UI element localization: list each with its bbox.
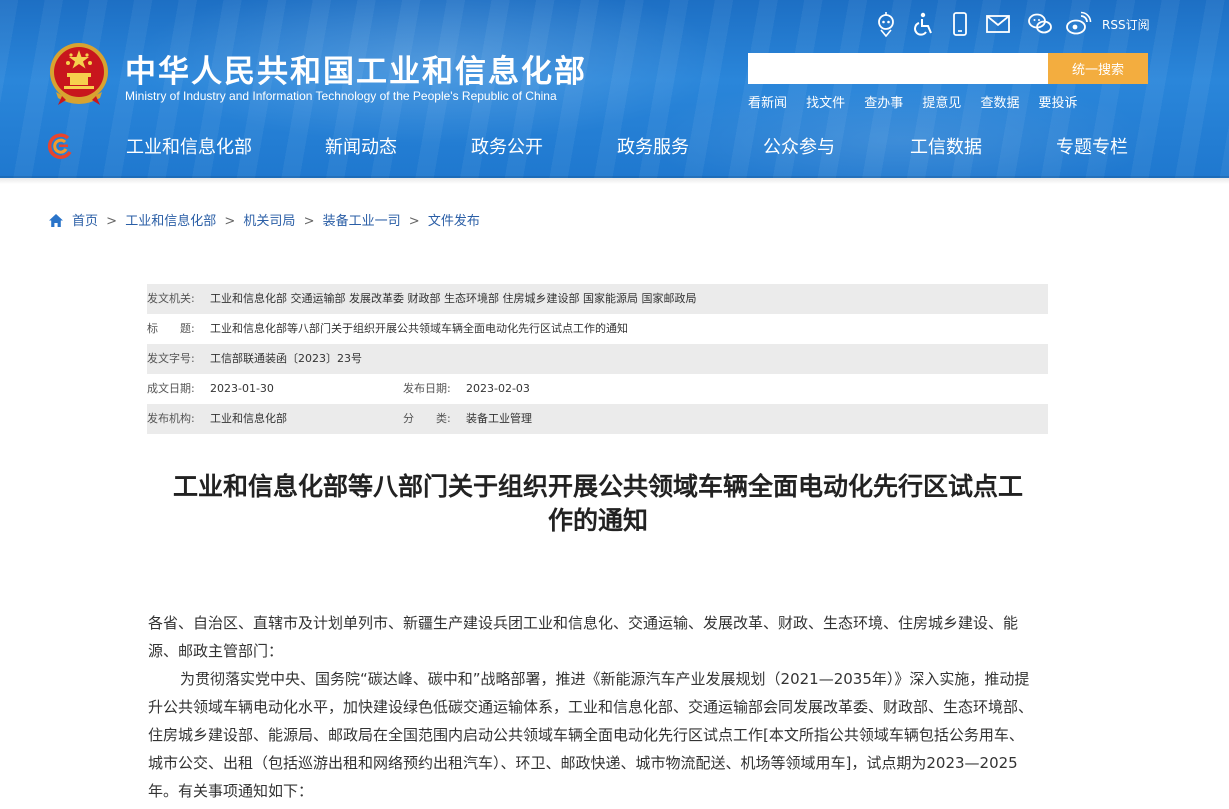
- meta-created-label: 成文日期:: [147, 382, 195, 395]
- meta-title-label: 标 题:: [147, 322, 195, 335]
- site-header: 中华人民共和国工业和信息化部 Ministry of Industry and …: [0, 0, 1229, 178]
- article-addressee: 各省、自治区、直辖市及计划单列市、新疆生产建设兵团工业和信息化、交通运输、发展改…: [148, 614, 1019, 660]
- quick-link-services[interactable]: 查办事: [864, 96, 903, 111]
- mobile-icon[interactable]: [946, 10, 974, 38]
- breadcrumb-item-miit[interactable]: 工业和信息化部: [125, 214, 216, 229]
- article-title-line: 作的通知: [547, 506, 648, 535]
- nav-item-gov-services[interactable]: 政务服务: [617, 133, 689, 159]
- meta-row-dates: 成文日期: 2023-01-30 发布日期: 2023-02-03: [147, 374, 1048, 404]
- article-paragraph: 为贯彻落实党中央、国务院“碳达峰、碳中和”战略部署，推进《新能源汽车产业发展规划…: [148, 670, 1034, 800]
- document-meta-table: 发文机关: 工业和信息化部 交通运输部 发展改革委 财政部 生态环境部 住房城乡…: [147, 284, 1048, 434]
- meta-row-issuer: 发文机关: 工业和信息化部 交通运输部 发展改革委 财政部 生态环境部 住房城乡…: [147, 284, 1048, 314]
- meta-category-label: 分 类:: [403, 412, 451, 425]
- breadcrumb-separator: >: [106, 214, 118, 229]
- quick-link-data[interactable]: 查数据: [980, 96, 1019, 111]
- meta-category-value: 装备工业管理: [466, 412, 532, 425]
- meta-issuer-value: 工业和信息化部 交通运输部 发展改革委 财政部 生态环境部 住房城乡建设部 国家…: [210, 292, 697, 305]
- quick-link-complaint[interactable]: 要投诉: [1039, 96, 1078, 111]
- article-title-line: 工业和信息化部等八部门关于组织开展公共领域车辆全面电动化先行区试点工: [172, 472, 1023, 501]
- quick-link-feedback[interactable]: 提意见: [922, 96, 961, 111]
- meta-agency-label: 发布机构:: [147, 412, 195, 425]
- header-shadow: [0, 176, 1229, 184]
- quick-link-documents[interactable]: 找文件: [806, 96, 845, 111]
- article-title: 工业和信息化部等八部门关于组织开展公共领域车辆全面电动化先行区试点工 作的通知: [148, 470, 1048, 538]
- site-subtitle: Ministry of Industry and Information Tec…: [125, 89, 557, 103]
- nav-item-miit[interactable]: 工业和信息化部: [126, 133, 252, 159]
- meta-row-doc-number: 发文字号: 工信部联通装函〔2023〕23号: [147, 344, 1048, 374]
- breadcrumb-separator: >: [408, 214, 420, 229]
- meta-title-value: 工业和信息化部等八部门关于组织开展公共领域车辆全面电动化先行区试点工作的通知: [210, 322, 628, 335]
- meta-row-agency: 发布机构: 工业和信息化部 分 类: 装备工业管理: [147, 404, 1048, 434]
- mail-icon[interactable]: [984, 10, 1012, 38]
- robot-assistant-icon[interactable]: [872, 10, 900, 38]
- miit-logo-icon: [47, 133, 72, 159]
- weibo-icon[interactable]: [1064, 10, 1092, 38]
- site-title[interactable]: 中华人民共和国工业和信息化部: [125, 46, 587, 91]
- meta-published-value: 2023-02-03: [466, 382, 530, 395]
- accessibility-icon[interactable]: [910, 10, 938, 38]
- meta-row-title: 标 题: 工业和信息化部等八部门关于组织开展公共领域车辆全面电动化先行区试点工作…: [147, 314, 1048, 344]
- home-icon[interactable]: [48, 213, 64, 228]
- article-body: 各省、自治区、直辖市及计划单列市、新疆生产建设兵团工业和信息化、交通运输、发展改…: [148, 609, 1038, 805]
- meta-agency-value: 工业和信息化部: [210, 412, 287, 425]
- breadcrumb-item-doc-release[interactable]: 文件发布: [428, 214, 480, 229]
- breadcrumb-separator: >: [303, 214, 315, 229]
- quick-links: 看新闻 找文件 查办事 提意见 查数据 要投诉: [748, 92, 1092, 111]
- main-nav: 工业和信息化部 新闻动态 政务公开 政务服务 公众参与 工信数据 专题专栏: [90, 133, 1229, 161]
- meta-published-label: 发布日期:: [403, 382, 451, 395]
- breadcrumb-home[interactable]: 首页: [72, 214, 98, 229]
- rss-subscribe-link[interactable]: RSS订阅: [1102, 16, 1150, 33]
- meta-doc-number-label: 发文字号:: [147, 352, 195, 365]
- nav-item-public-participation[interactable]: 公众参与: [763, 133, 835, 159]
- search-input[interactable]: [748, 53, 1048, 84]
- national-emblem-icon[interactable]: [48, 42, 110, 108]
- breadcrumb: 首页 > 工业和信息化部 > 机关司局 > 装备工业一司 > 文件发布: [48, 210, 480, 230]
- breadcrumb-separator: >: [224, 214, 236, 229]
- meta-issuer-label: 发文机关:: [147, 292, 195, 305]
- nav-item-news[interactable]: 新闻动态: [325, 133, 397, 159]
- quick-link-news[interactable]: 看新闻: [748, 96, 787, 111]
- breadcrumb-item-equipment-dept[interactable]: 装备工业一司: [323, 214, 401, 229]
- breadcrumb-item-departments[interactable]: 机关司局: [243, 214, 295, 229]
- search-button[interactable]: 统一搜索: [1048, 53, 1148, 84]
- nav-item-special-topics[interactable]: 专题专栏: [1056, 133, 1128, 159]
- nav-item-data[interactable]: 工信数据: [910, 133, 982, 159]
- meta-doc-number-value: 工信部联通装函〔2023〕23号: [210, 352, 362, 365]
- nav-item-gov-info[interactable]: 政务公开: [471, 133, 543, 159]
- meta-created-value: 2023-01-30: [210, 382, 274, 395]
- wechat-icon[interactable]: [1026, 10, 1054, 38]
